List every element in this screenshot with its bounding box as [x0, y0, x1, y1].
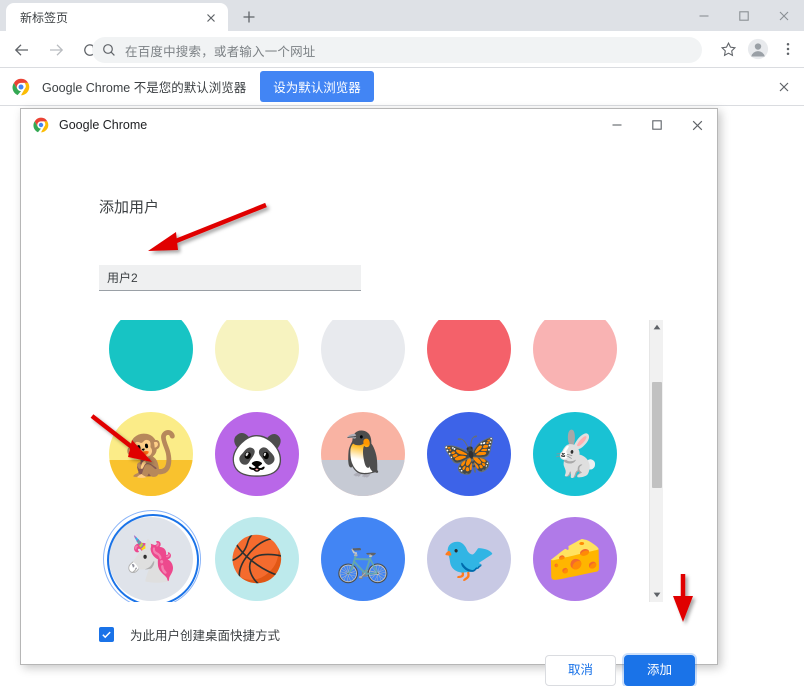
avatar-rabbit-image: 🐇 — [533, 412, 617, 496]
avatar-unicorn[interactable]: 🦄 — [99, 506, 203, 602]
tab-strip: 新标签页 — [0, 0, 804, 31]
omnibox[interactable]: 在百度中搜索，或者输入一个网址 — [92, 37, 702, 63]
search-icon — [102, 43, 116, 57]
avatar-bicycle[interactable]: 🚲 — [311, 506, 415, 602]
window-controls — [684, 0, 804, 31]
avatar-cheese-image: 🧀 — [533, 517, 617, 601]
tab-title: 新标签页 — [20, 9, 68, 26]
avatar-cheese[interactable]: 🧀 — [523, 506, 627, 602]
avatar-partial-5[interactable] — [523, 320, 627, 401]
add-button[interactable]: 添加 — [624, 655, 695, 686]
avatar-partial-2-image — [215, 320, 299, 391]
avatar-partial-3-image — [321, 320, 405, 391]
avatar-penguin[interactable]: 🐧 — [311, 401, 415, 506]
tab-close-icon[interactable] — [204, 11, 218, 25]
arrow-back-icon[interactable] — [8, 36, 36, 64]
avatar-partial-1-image — [109, 320, 193, 391]
avatar-panda-image: 🐼 — [215, 412, 299, 496]
add-user-dialog: Google Chrome 添加用户 用户2 🐒🐼🐧🦋🐇🦄🏀🚲🐦� — [20, 108, 718, 665]
avatar-glyph: 🚲 — [336, 538, 391, 582]
default-browser-infobar: Google Chrome 不是您的默认浏览器 设为默认浏览器 — [0, 68, 804, 106]
dialog-close-button[interactable] — [677, 109, 717, 141]
avatar-glyph: 🐦 — [442, 538, 497, 582]
avatar-glyph: 🦋 — [442, 433, 497, 477]
check-icon — [101, 629, 112, 640]
avatar-penguin-image: 🐧 — [321, 412, 405, 496]
cancel-button[interactable]: 取消 — [545, 655, 616, 686]
avatar-bicycle-image: 🚲 — [321, 517, 405, 601]
avatar-partial-5-image — [533, 320, 617, 391]
avatar-glyph: 🏀 — [230, 538, 285, 582]
avatar-basketball[interactable]: 🏀 — [205, 506, 309, 602]
avatar-grid: 🐒🐼🐧🦋🐇🦄🏀🚲🐦🧀🏈🍜🕶🍣💡 — [99, 320, 627, 602]
chevron-up-icon[interactable] — [650, 320, 664, 334]
browser-toolbar: 在百度中搜索，或者输入一个网址 — [0, 31, 804, 68]
window-close-button[interactable] — [764, 0, 804, 31]
more-vert-icon[interactable] — [774, 35, 802, 63]
browser-window: 新标签页 — [0, 0, 804, 680]
desktop-shortcut-label: 为此用户创建桌面快捷方式 — [130, 625, 280, 644]
page-title: 添加用户 — [99, 196, 159, 217]
user-name-value: 用户2 — [107, 269, 138, 286]
avatar-basketball-image: 🏀 — [215, 517, 299, 601]
avatar-butterfly[interactable]: 🦋 — [417, 401, 521, 506]
avatar-bird[interactable]: 🐦 — [417, 506, 521, 602]
account-circle-icon[interactable] — [744, 35, 772, 63]
dialog-maximize-button[interactable] — [637, 109, 677, 141]
browser-tab[interactable]: 新标签页 — [6, 3, 228, 31]
avatar-monkey-image: 🐒 — [109, 412, 193, 496]
set-default-browser-button[interactable]: 设为默认浏览器 — [260, 71, 374, 102]
avatar-glyph: 🐧 — [336, 433, 391, 477]
dialog-actions: 取消 添加 — [545, 655, 695, 686]
avatar-bird-image: 🐦 — [427, 517, 511, 601]
window-maximize-button[interactable] — [724, 0, 764, 31]
desktop-shortcut-row[interactable]: 为此用户创建桌面快捷方式 — [99, 625, 280, 644]
infobar-message: Google Chrome 不是您的默认浏览器 — [42, 77, 246, 96]
avatar-monkey[interactable]: 🐒 — [99, 401, 203, 506]
avatar-panda[interactable]: 🐼 — [205, 401, 309, 506]
chrome-logo-icon — [12, 78, 30, 96]
desktop-shortcut-checkbox[interactable] — [99, 627, 114, 642]
avatar-scrollbar[interactable] — [649, 320, 663, 602]
avatar-glyph: 🐇 — [548, 433, 603, 477]
scrollbar-thumb[interactable] — [652, 382, 662, 488]
toolbar-actions — [712, 35, 802, 63]
avatar-partial-4-image — [427, 320, 511, 391]
chrome-logo-icon — [33, 117, 49, 133]
avatar-unicorn-image: 🦄 — [109, 517, 193, 601]
new-tab-button[interactable] — [238, 6, 260, 28]
avatar-glyph: 🐼 — [230, 433, 285, 477]
arrow-forward-icon[interactable] — [42, 36, 70, 64]
avatar-rabbit[interactable]: 🐇 — [523, 401, 627, 506]
avatar-glyph: 🧀 — [548, 538, 603, 582]
dialog-body: 添加用户 用户2 🐒🐼🐧🦋🐇🦄🏀🚲🐦🧀🏈🍜🕶🍣💡 — [21, 141, 717, 664]
avatar-partial-2[interactable] — [205, 320, 309, 401]
avatar-butterfly-image: 🦋 — [427, 412, 511, 496]
avatar-partial-1[interactable] — [99, 320, 203, 401]
omnibox-placeholder: 在百度中搜索，或者输入一个网址 — [125, 41, 316, 60]
star-icon[interactable] — [714, 35, 742, 63]
avatar-picker: 🐒🐼🐧🦋🐇🦄🏀🚲🐦🧀🏈🍜🕶🍣💡 — [99, 320, 639, 602]
dialog-window-controls — [597, 109, 717, 141]
avatar-partial-4[interactable] — [417, 320, 521, 401]
dialog-title: Google Chrome — [59, 118, 147, 132]
dialog-minimize-button[interactable] — [597, 109, 637, 141]
infobar-close-icon[interactable] — [776, 79, 792, 95]
avatar-glyph: 🦄 — [124, 538, 179, 582]
user-name-input[interactable]: 用户2 — [99, 265, 361, 291]
chevron-down-icon[interactable] — [650, 588, 664, 602]
avatar-glyph: 🐒 — [124, 433, 179, 477]
avatar-partial-3[interactable] — [311, 320, 415, 401]
dialog-titlebar: Google Chrome — [21, 109, 717, 141]
window-minimize-button[interactable] — [684, 0, 724, 31]
